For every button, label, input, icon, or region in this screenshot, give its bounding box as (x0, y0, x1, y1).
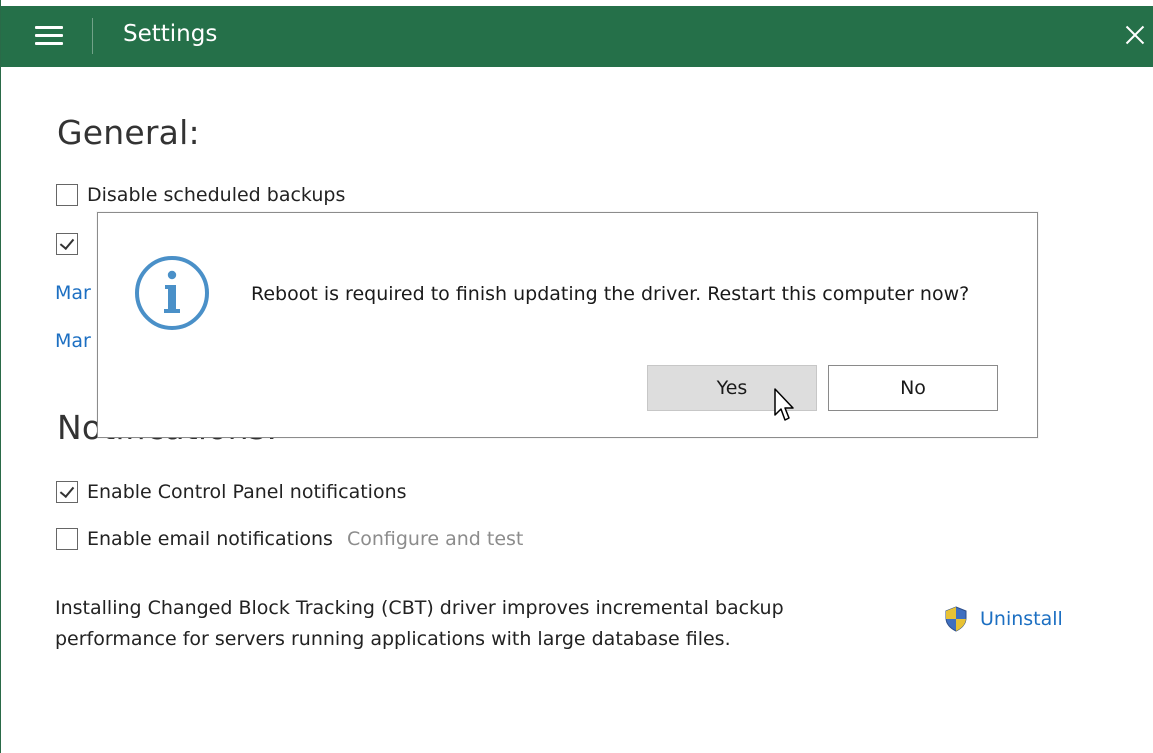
checkmark-icon (59, 482, 75, 499)
control-panel-notifications-checkbox[interactable] (56, 481, 78, 503)
yes-button[interactable]: Yes (647, 365, 817, 411)
settings-window: Settings General: Disable scheduled back… (0, 0, 1153, 753)
cbt-description: Installing Changed Block Tracking (CBT) … (55, 593, 875, 655)
cbt-description-line-2: performance for servers running applicat… (55, 628, 731, 650)
uninstall-link[interactable]: Uninstall (944, 606, 1063, 632)
email-notifications-option[interactable]: Enable email notifications Configure and… (56, 528, 523, 550)
cbt-description-line-1: Installing Changed Block Tracking (CBT) … (55, 597, 784, 619)
control-panel-notifications-label: Enable Control Panel notifications (87, 481, 407, 503)
disable-scheduled-backups-label: Disable scheduled backups (87, 184, 346, 206)
manage-link-1[interactable]: Mar (55, 282, 91, 304)
general-heading: General: (57, 113, 200, 152)
close-icon[interactable] (1120, 20, 1150, 50)
hamburger-icon[interactable] (35, 23, 63, 47)
checkmark-icon (59, 234, 75, 251)
title-bar: Settings (1, 6, 1153, 67)
info-icon (135, 256, 209, 330)
general-second-option[interactable] (56, 233, 87, 255)
uninstall-label: Uninstall (980, 608, 1063, 630)
email-notifications-checkbox[interactable] (56, 528, 78, 550)
title-separator (92, 18, 93, 54)
no-button[interactable]: No (828, 365, 998, 411)
configure-and-test-link[interactable]: Configure and test (347, 528, 523, 550)
general-second-checkbox[interactable] (56, 233, 78, 255)
shield-icon (945, 606, 967, 632)
window-title: Settings (123, 21, 218, 47)
disable-scheduled-backups-option[interactable]: Disable scheduled backups (56, 184, 345, 206)
manage-link-2[interactable]: Mar (55, 330, 91, 352)
dialog-message: Reboot is required to finish updating th… (251, 283, 970, 305)
control-panel-notifications-option[interactable]: Enable Control Panel notifications (56, 481, 407, 503)
reboot-dialog: Reboot is required to finish updating th… (97, 212, 1038, 438)
email-notifications-label: Enable email notifications (87, 528, 333, 550)
disable-scheduled-backups-checkbox[interactable] (56, 184, 78, 206)
